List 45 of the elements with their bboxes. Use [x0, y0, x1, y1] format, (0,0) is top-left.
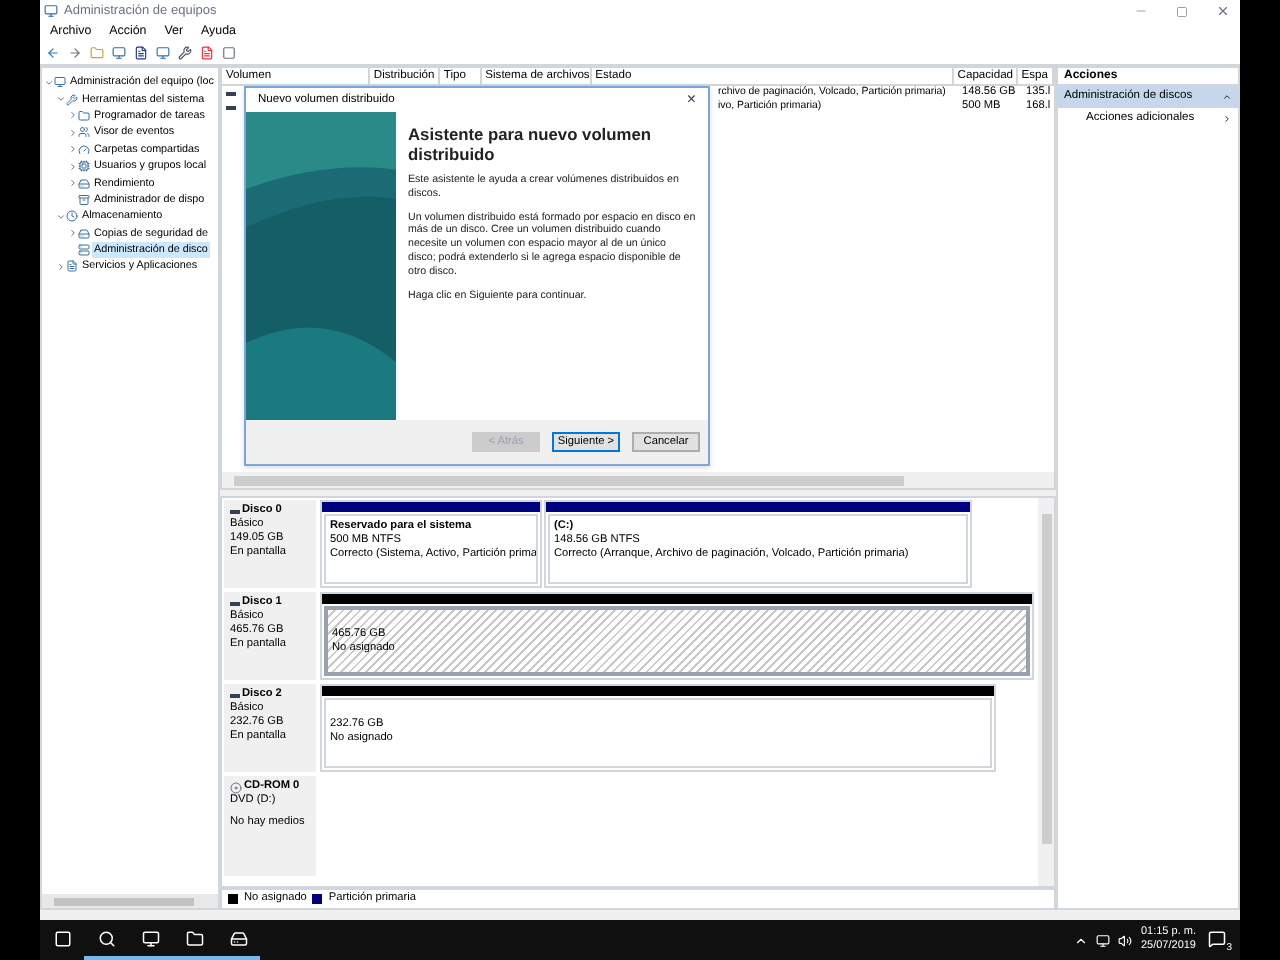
notifications-icon[interactable] — [1208, 930, 1226, 948]
folder-icon — [78, 109, 90, 122]
horizontal-scrollbar[interactable] — [222, 472, 1054, 488]
chevron-right-icon[interactable] — [67, 144, 77, 155]
chevron-down-icon[interactable] — [55, 211, 65, 222]
app-icon — [44, 4, 58, 18]
volume-icon[interactable] — [1118, 933, 1133, 947]
chip-icon — [78, 160, 90, 173]
search-icon — [97, 929, 115, 947]
wizard-heading: Asistente para nuevo volumen distribuido — [408, 124, 653, 164]
chevron-right-icon[interactable] — [67, 161, 77, 172]
vertical-scrollbar[interactable] — [1038, 498, 1054, 886]
back-icon[interactable] — [46, 45, 60, 59]
console-icon[interactable] — [156, 45, 170, 59]
console-icon[interactable] — [112, 45, 126, 59]
disc-icon — [230, 781, 242, 793]
submenu-icon — [1222, 114, 1232, 124]
wrench-icon — [66, 93, 78, 106]
chevron-right-icon[interactable] — [55, 261, 65, 272]
tray-overflow-icon[interactable] — [1074, 933, 1089, 947]
chevron-right-icon[interactable] — [67, 127, 77, 138]
chevron-right-icon[interactable] — [67, 228, 77, 239]
document-icon — [66, 260, 78, 273]
clock-icon — [66, 210, 78, 223]
chevron-right-icon[interactable] — [67, 178, 77, 189]
chevron-up-icon[interactable] — [1222, 92, 1232, 102]
forward-icon[interactable] — [68, 45, 82, 59]
server-icon — [78, 244, 90, 257]
archive-icon — [78, 193, 90, 206]
drive-icon — [229, 929, 247, 947]
maximize-icon[interactable] — [1176, 5, 1188, 17]
close-button[interactable]: × — [686, 92, 696, 108]
drive-icon — [78, 177, 90, 190]
wrench-icon[interactable] — [178, 45, 192, 59]
chevron-right-icon[interactable] — [67, 110, 77, 121]
folder-icon — [185, 929, 203, 947]
horizontal-scrollbar[interactable] — [42, 894, 218, 908]
folder-icon[interactable] — [90, 45, 104, 59]
computer-icon — [54, 76, 66, 89]
drive-icon — [78, 227, 90, 240]
gauge-icon — [78, 143, 90, 156]
chevron-down-icon[interactable] — [43, 77, 53, 88]
close-icon[interactable] — [1216, 4, 1230, 18]
users-icon — [78, 126, 90, 139]
chevron-down-icon[interactable] — [55, 94, 65, 105]
